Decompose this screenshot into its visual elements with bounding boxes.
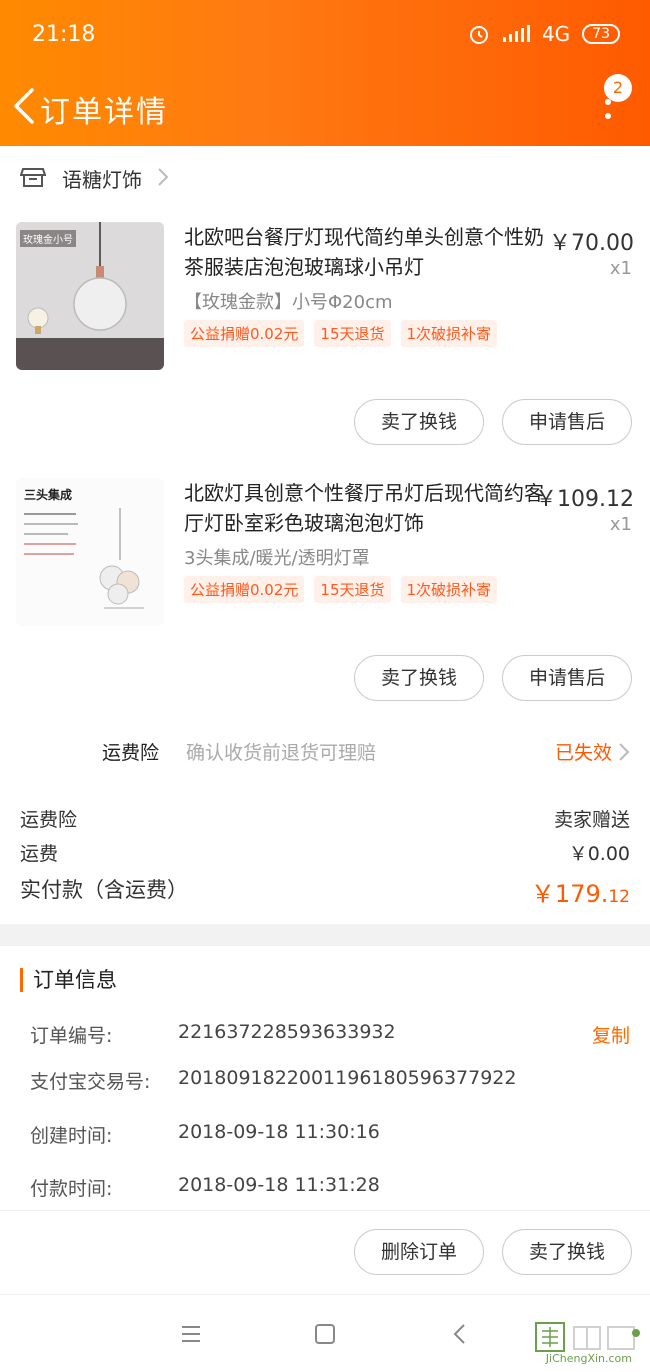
app-header: 21:18 4G 73 订单详情 2 [0, 0, 650, 146]
page-title: 订单详情 [40, 95, 168, 130]
service-tag: 1次破损补寄 [400, 576, 498, 603]
total-label: 实付款（含运费） [20, 878, 188, 902]
service-tag: 1次破损补寄 [400, 320, 498, 347]
service-tags: 公益捐赠0.02元 15天退货 1次破损补寄 [184, 320, 498, 347]
section-separator [0, 924, 650, 946]
nav-bar: 订单详情 2 [0, 74, 650, 136]
divider [0, 1210, 650, 1211]
watermark-text: JiChengXin.com [545, 1352, 632, 1365]
total-amount: ￥179.12 [531, 874, 630, 909]
service-tag: 公益捐赠0.02元 [184, 576, 305, 603]
order-info-title: 订单信息 [20, 968, 117, 992]
store-name[interactable]: 语糖灯饰 [62, 164, 142, 193]
paid-time-value: 2018-09-18 11:31:28 [178, 1174, 380, 1196]
thumb-label: 玫瑰金小号 [20, 230, 76, 247]
service-tags: 公益捐赠0.02元 15天退货 1次破损补寄 [184, 576, 498, 603]
product-image[interactable]: 三头集成 [16, 478, 164, 626]
product-title[interactable]: 北欧吧台餐厅灯现代简约单头创意个性奶茶服装店泡泡玻璃球小吊灯 [184, 222, 544, 282]
sell-button[interactable]: 卖了换钱 [502, 1229, 632, 1275]
total-amount-main: ￥179. [530, 880, 609, 908]
total-amount-cents: 12 [608, 887, 630, 907]
product-card[interactable]: 三头集成 北欧灯具创意个性餐厅吊灯后现代简约客厅灯卧室彩色玻璃泡泡灯饰 ￥109… [0, 478, 650, 734]
watermark-logo: JiChengXin.com [532, 1321, 644, 1367]
alipay-number-value: 2018091822001196180596377922 [178, 1067, 517, 1089]
product-qty: x1 [609, 514, 632, 535]
back-icon[interactable] [446, 1319, 476, 1349]
product-price: ￥109.12 [535, 487, 634, 512]
product-card[interactable]: 玫瑰金小号 北欧吧台餐厅灯现代简约单头创意个性奶茶服装店泡泡玻璃球小吊灯 ￥70… [0, 222, 650, 478]
summary-shipping-row: 运费 ￥0.00 [20, 839, 630, 865]
message-badge[interactable]: 2 [604, 74, 632, 102]
system-nav-bar: JiChengXin.com [0, 1294, 650, 1372]
chevron-right-icon [158, 168, 169, 186]
thumb-label: 三头集成 [24, 488, 73, 502]
order-number-row: 订单编号: 221637228593633932 复制 [30, 1021, 630, 1047]
sell-button[interactable]: 卖了换钱 [354, 399, 484, 445]
product-spec: 【玫瑰金款】小号Φ20cm [184, 292, 393, 313]
status-icons: 4G 73 [468, 22, 620, 46]
signal-icon [502, 25, 530, 42]
summary-insurance-value: 卖家赠送 [553, 809, 630, 831]
summary-insurance-label: 运费险 [20, 809, 78, 831]
order-number-value: 221637228593633932 [178, 1021, 396, 1043]
product-spec: 3头集成/暖光/透明灯罩 [184, 548, 370, 569]
created-time-label: 创建时间: [30, 1125, 113, 1147]
alipay-number-row: 支付宝交易号: 2018091822001196180596377922 [30, 1067, 630, 1093]
product-qty: x1 [609, 258, 632, 279]
insurance-description: 确认收货前退货可理赔 [186, 742, 377, 764]
paid-time-row: 付款时间: 2018-09-18 11:31:28 [30, 1174, 630, 1200]
home-icon[interactable] [310, 1319, 340, 1349]
network-type: 4G [541, 22, 571, 46]
created-time-row: 创建时间: 2018-09-18 11:30:16 [30, 1121, 630, 1147]
service-tag: 公益捐赠0.02元 [184, 320, 305, 347]
summary-total-row: 实付款（含运费） ￥179.12 [20, 874, 630, 909]
back-arrow-icon[interactable] [10, 86, 40, 126]
alipay-number-label: 支付宝交易号: [30, 1071, 151, 1093]
status-bar: 21:18 4G 73 [0, 0, 650, 72]
insurance-status: 已失效 [554, 742, 612, 764]
delete-order-button[interactable]: 删除订单 [354, 1229, 484, 1275]
after-sale-button[interactable]: 申请售后 [502, 655, 632, 701]
product-price: ￥70.00 [549, 231, 634, 256]
after-sale-button[interactable]: 申请售后 [502, 399, 632, 445]
store-row[interactable]: 语糖灯饰 [0, 146, 650, 208]
order-number-label: 订单编号: [30, 1025, 113, 1047]
menu-icon[interactable] [176, 1319, 206, 1349]
product-title[interactable]: 北欧灯具创意个性餐厅吊灯后现代简约客厅灯卧室彩色玻璃泡泡灯饰 [184, 478, 544, 538]
chevron-right-icon [619, 743, 630, 761]
shipping-insurance-row[interactable]: 运费险 确认收货前退货可理赔 已失效 [0, 724, 650, 780]
alarm-icon [469, 26, 488, 44]
watermark-logo-icon [535, 1322, 640, 1352]
battery-indicator: 73 [582, 24, 620, 44]
copy-button[interactable]: 复制 [592, 1021, 630, 1048]
service-tag: 15天退货 [314, 576, 391, 603]
summary-shipping-value: ￥0.00 [568, 843, 630, 865]
sell-button[interactable]: 卖了换钱 [354, 655, 484, 701]
paid-time-label: 付款时间: [30, 1178, 113, 1200]
status-time: 21:18 [32, 22, 96, 47]
service-tag: 15天退货 [314, 320, 391, 347]
summary-shipping-label: 运费 [20, 843, 59, 865]
product-image[interactable]: 玫瑰金小号 [16, 222, 164, 370]
insurance-label: 运费险 [102, 742, 160, 764]
summary-insurance-row: 运费险 卖家赠送 [20, 805, 630, 831]
shop-icon [20, 168, 46, 187]
created-time-value: 2018-09-18 11:30:16 [178, 1121, 380, 1143]
